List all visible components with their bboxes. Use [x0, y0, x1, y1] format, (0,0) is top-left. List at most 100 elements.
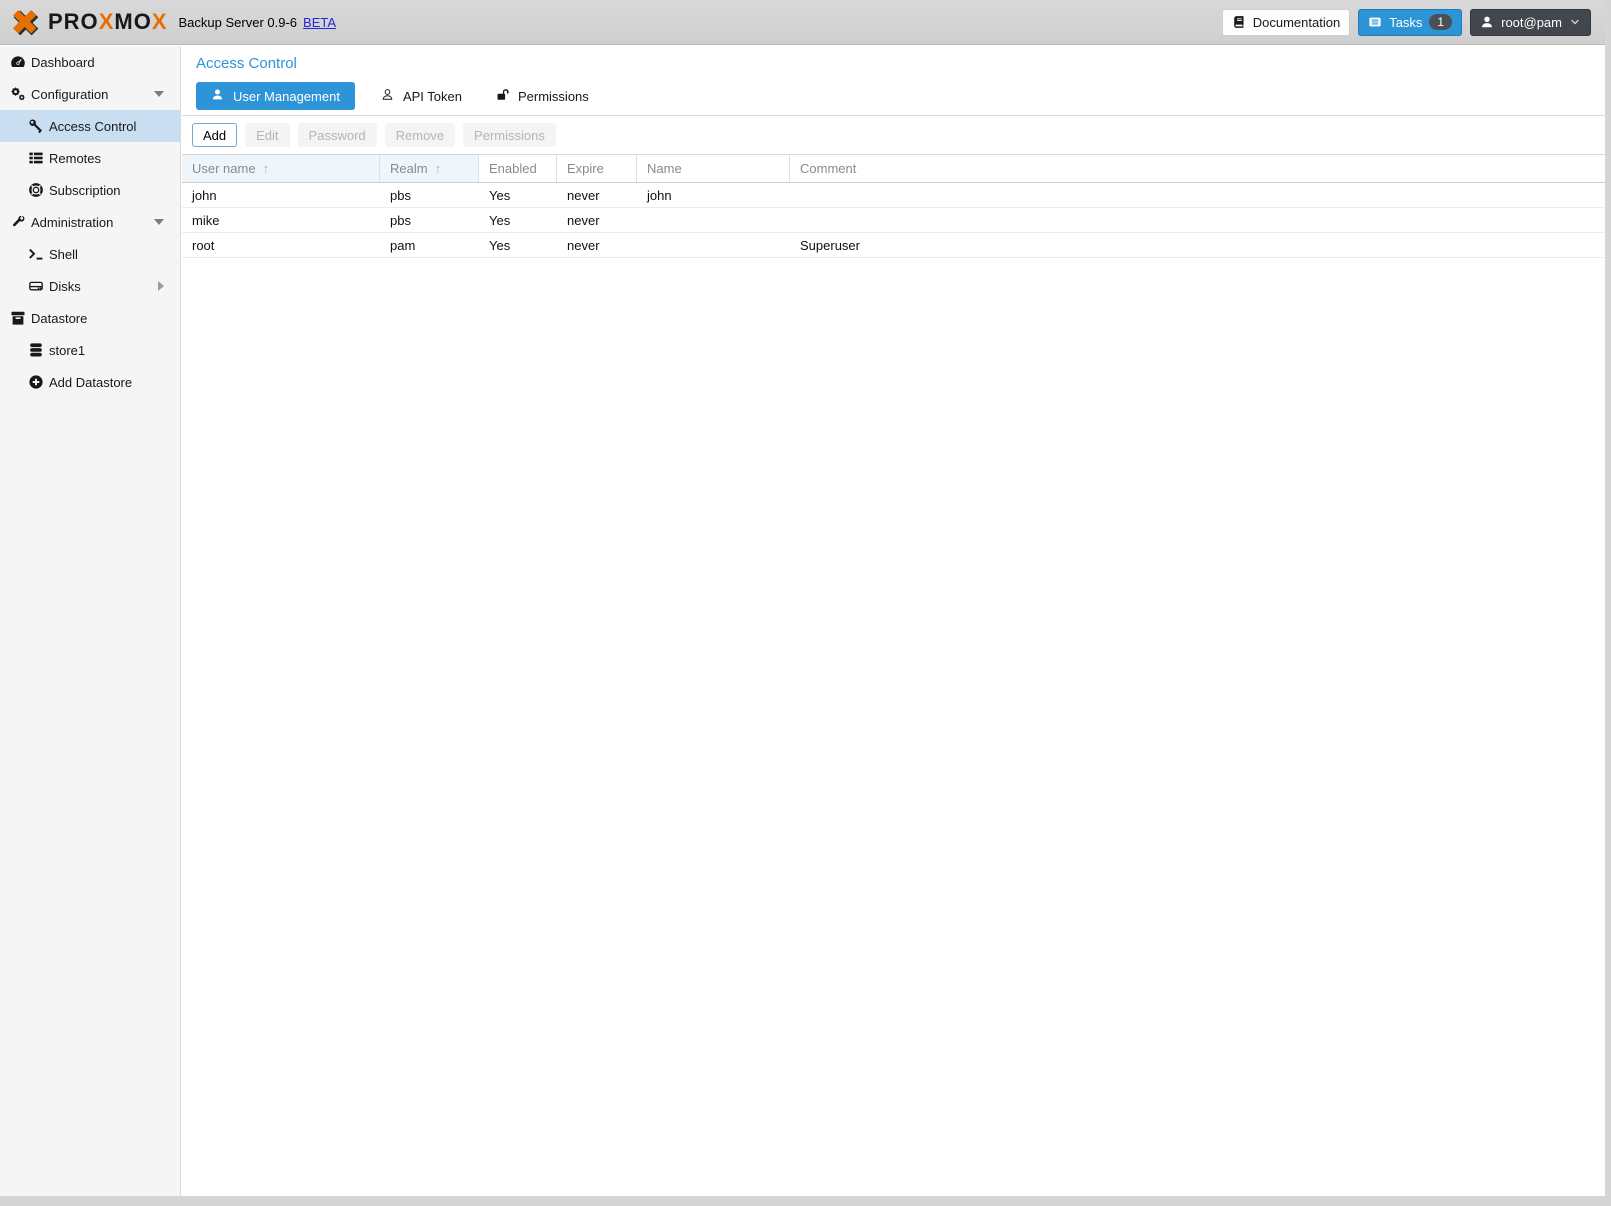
tasks-button[interactable]: Tasks 1: [1358, 9, 1462, 36]
sidebar-item-label: Dashboard: [31, 55, 95, 70]
password-button: Password: [298, 123, 377, 147]
sidebar-item-label: Administration: [31, 215, 113, 230]
table-row-john[interactable]: johnpbsYesneverjohn: [182, 183, 1605, 208]
column-header-enabled[interactable]: Enabled: [479, 155, 557, 182]
chevron-down-icon: [1569, 16, 1581, 28]
expander-right-icon[interactable]: [158, 281, 164, 291]
tasks-button-label: Tasks: [1389, 15, 1422, 30]
terminal-icon: [27, 246, 44, 263]
column-header-label: Comment: [800, 161, 856, 176]
brand-part: X: [99, 9, 115, 34]
sidebar-item-store1[interactable]: store1: [0, 334, 180, 366]
table-row-root[interactable]: rootpamYesneverSuperuser: [182, 233, 1605, 258]
unlock-icon: [496, 88, 509, 104]
database-icon: [27, 342, 44, 359]
sidebar-item-add-datastore[interactable]: Add Datastore: [0, 366, 180, 398]
top-bar: PROXMOX Backup Server 0.9-6 BETA Documen…: [0, 0, 1605, 45]
column-header-label: User name: [192, 161, 256, 176]
cell-enabled: Yes: [479, 208, 557, 232]
sidebar-item-access-control[interactable]: Access Control: [0, 110, 180, 142]
main-panel: Access Control User Management API Token P…: [182, 46, 1605, 1196]
user-menu-label: root@pam: [1501, 15, 1562, 30]
cell-name: john: [637, 183, 790, 207]
tab-api-token[interactable]: API Token: [373, 82, 470, 110]
sidebar-item-label: Disks: [49, 279, 81, 294]
documentation-button[interactable]: Documentation: [1222, 9, 1350, 36]
tab-permissions[interactable]: Permissions: [488, 82, 597, 110]
cell-expire: never: [557, 233, 637, 257]
expander-down-icon[interactable]: [154, 219, 164, 225]
table-row-mike[interactable]: mikepbsYesnever: [182, 208, 1605, 233]
column-header-user-name[interactable]: User name ↑: [182, 155, 380, 182]
cell-comment: [790, 208, 1605, 232]
column-header-comment[interactable]: Comment: [790, 155, 1605, 182]
sidebar-item-dashboard[interactable]: Dashboard: [0, 46, 180, 78]
sidebar-item-remotes[interactable]: Remotes: [0, 142, 180, 174]
cell-expire: never: [557, 183, 637, 207]
sidebar-item-disks[interactable]: Disks: [0, 270, 180, 302]
sidebar-item-label: Shell: [49, 247, 78, 262]
user-menu-button[interactable]: root@pam: [1470, 9, 1591, 36]
column-header-name[interactable]: Name: [637, 155, 790, 182]
brand-part: X: [152, 9, 168, 34]
sidebar-item-administration[interactable]: Administration: [0, 206, 180, 238]
life-ring-icon: [27, 182, 44, 199]
tasks-count-badge: 1: [1429, 14, 1452, 30]
column-header-label: Expire: [567, 161, 604, 176]
cell-user-name: john: [182, 183, 380, 207]
brand-wordmark: PROXMOX: [48, 9, 168, 35]
tab-label: User Management: [233, 89, 340, 104]
add-button[interactable]: Add: [192, 123, 237, 147]
app-window: PROXMOX Backup Server 0.9-6 BETA Documen…: [0, 0, 1605, 1196]
sidebar-item-configuration[interactable]: Configuration: [0, 78, 180, 110]
brand-part: PRO: [48, 9, 99, 34]
tab-label: API Token: [403, 89, 462, 104]
cell-realm: pbs: [380, 208, 479, 232]
user-icon: [1480, 15, 1494, 29]
sidebar-item-label: store1: [49, 343, 85, 358]
wrench-icon: [9, 214, 26, 231]
task-list-icon: [1368, 15, 1382, 29]
product-version-label: Backup Server 0.9-6: [179, 15, 298, 30]
list-icon: [27, 150, 44, 167]
sidebar-item-shell[interactable]: Shell: [0, 238, 180, 270]
plus-circle-icon: [27, 374, 44, 391]
expander-down-icon[interactable]: [154, 91, 164, 97]
sidebar-item-datastore[interactable]: Datastore: [0, 302, 180, 334]
cell-name: [637, 233, 790, 257]
documentation-button-label: Documentation: [1253, 15, 1340, 30]
hdd-icon: [27, 278, 44, 295]
sidebar-item-label: Add Datastore: [49, 375, 132, 390]
beta-link[interactable]: BETA: [303, 15, 336, 30]
user-icon: [211, 88, 224, 104]
cell-realm: pbs: [380, 183, 479, 207]
column-header-label: Enabled: [489, 161, 537, 176]
book-icon: [1232, 15, 1246, 29]
page-title: Access Control: [182, 46, 1605, 76]
column-header-expire[interactable]: Expire: [557, 155, 637, 182]
table-body: johnpbsYesneverjohnmikepbsYesneverrootpa…: [182, 183, 1605, 258]
archive-icon: [9, 310, 26, 327]
remove-button: Remove: [385, 123, 455, 147]
cell-expire: never: [557, 208, 637, 232]
cell-name: [637, 208, 790, 232]
cell-user-name: mike: [182, 208, 380, 232]
cell-realm: pam: [380, 233, 479, 257]
column-header-label: Name: [647, 161, 682, 176]
sidebar-item-subscription[interactable]: Subscription: [0, 174, 180, 206]
user-o-icon: [381, 88, 394, 104]
column-header-label: Realm: [390, 161, 428, 176]
proxmox-logo-icon: [10, 7, 41, 38]
table-header-row: User name ↑ Realm ↑ Enabled Expire Name Comment: [182, 154, 1605, 183]
cell-enabled: Yes: [479, 183, 557, 207]
sort-asc-icon: ↑: [263, 161, 270, 176]
sort-asc-icon: ↑: [435, 161, 442, 176]
column-header-realm[interactable]: Realm ↑: [380, 155, 479, 182]
edit-button: Edit: [245, 123, 289, 147]
users-table: User name ↑ Realm ↑ Enabled Expire Name Comment…: [182, 154, 1605, 258]
topbar-actions: Documentation Tasks 1 root@pam: [1222, 9, 1591, 36]
sidebar-item-label: Configuration: [31, 87, 108, 102]
tab-user-management[interactable]: User Management: [196, 82, 355, 110]
cell-enabled: Yes: [479, 233, 557, 257]
cell-comment: [790, 183, 1605, 207]
